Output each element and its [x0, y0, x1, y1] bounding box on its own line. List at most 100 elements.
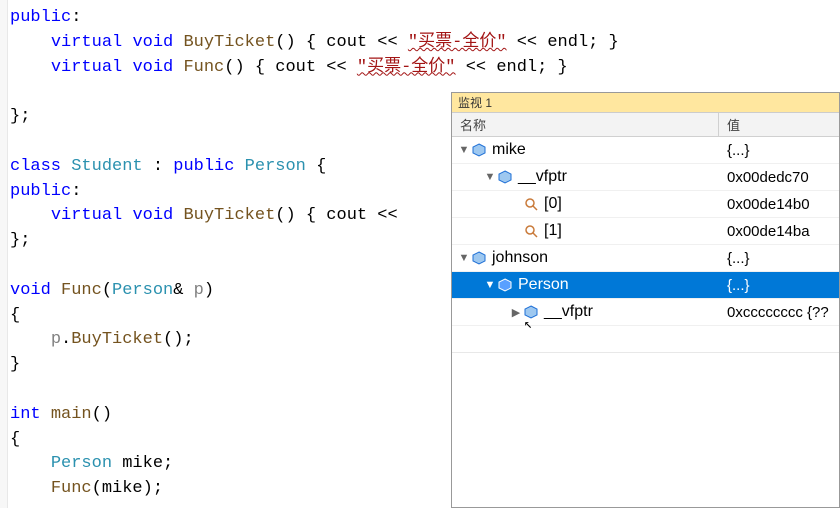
watch-var-name: [0] [544, 195, 562, 213]
watch-row[interactable]: [1] 0x00de14ba [452, 218, 839, 245]
watch-name-cell: mike [452, 141, 719, 159]
keyword-virtual: virtual [51, 58, 122, 77]
keyword-void: void [132, 206, 173, 225]
watch-var-name: __vfptr [518, 168, 567, 186]
ident-mike: mike [122, 454, 163, 473]
code-text: ; } [537, 58, 568, 77]
watch-header: 名称 值 [452, 113, 839, 137]
func-name: Func [61, 281, 102, 300]
keyword-class: class [10, 157, 61, 176]
watch-name-cell: Person [452, 276, 719, 294]
watch-row[interactable]: mike {...} [452, 137, 839, 164]
code-text: : [143, 157, 174, 176]
watch-row[interactable]: __vfptr 0x00dedc70 [452, 164, 839, 191]
code-text: }; [10, 231, 30, 250]
watch-var-value: {...} [719, 142, 839, 159]
watch-var-name: Person [518, 276, 569, 294]
watch-row[interactable]: __vfptr 0xcccccccc {?? [452, 299, 839, 326]
watch-var-name: johnson [492, 249, 548, 267]
type-name: Person [112, 281, 173, 300]
code-text: ); [143, 479, 163, 498]
watch-empty-row[interactable] [452, 326, 839, 353]
ident-mike: mike [102, 479, 143, 498]
func-name: BuyTicket [183, 206, 275, 225]
watch-body: mike {...} __vfptr 0x00dedc70 [0] 0x00de14b0… [452, 137, 839, 326]
ident-cout: cout [326, 33, 367, 52]
func-name: Func [51, 479, 92, 498]
ident-cout: cout [275, 58, 316, 77]
variable-icon [472, 251, 486, 265]
ident-endl: endl [496, 58, 537, 77]
func-name: BuyTicket [71, 330, 163, 349]
watch-var-value: 0x00de14ba [719, 223, 839, 240]
watch-name-cell: __vfptr [452, 168, 719, 186]
code-text: << [367, 33, 408, 52]
watch-var-value: 0x00dedc70 [719, 169, 839, 186]
code-text: () { [275, 33, 326, 52]
code-text: << [367, 206, 398, 225]
watch-var-name: __vfptr [544, 303, 593, 321]
keyword-void: void [132, 33, 173, 52]
string-literal: "买票-全价" [408, 33, 507, 52]
watch-name-cell: [0] [452, 195, 719, 213]
variable-icon [472, 143, 486, 157]
func-name: main [51, 405, 92, 424]
watch-panel-title[interactable]: 监视 1 [452, 93, 839, 113]
keyword-virtual: virtual [51, 206, 122, 225]
watch-var-value: 0x00de14b0 [719, 196, 839, 213]
watch-row[interactable]: johnson {...} [452, 245, 839, 272]
code-text: : [71, 8, 81, 27]
inspect-icon [524, 197, 538, 211]
code-text: : [71, 182, 81, 201]
watch-row[interactable]: [0] 0x00de14b0 [452, 191, 839, 218]
inspect-icon [524, 224, 538, 238]
code-text: << [456, 58, 497, 77]
func-name: BuyTicket [183, 33, 275, 52]
type-name: Student [71, 157, 142, 176]
watch-panel[interactable]: 监视 1 名称 值 mike {...} __vfptr 0x00dedc70 [0]… [451, 92, 840, 508]
expand-icon[interactable] [510, 306, 522, 319]
variable-icon [498, 278, 512, 292]
ident-cout: cout [326, 206, 367, 225]
watch-name-cell: johnson [452, 249, 719, 267]
watch-var-value: {...} [719, 250, 839, 267]
code-text: << [316, 58, 357, 77]
keyword-public: public [10, 182, 71, 201]
watch-var-name: mike [492, 141, 526, 159]
param-p: p [194, 281, 204, 300]
keyword-void: void [132, 58, 173, 77]
code-text: }; [10, 107, 30, 126]
code-text: << [507, 33, 548, 52]
keyword-int: int [10, 405, 41, 424]
keyword-void: void [10, 281, 51, 300]
code-text: ; } [588, 33, 619, 52]
editor-margin [0, 0, 8, 508]
code-text: . [61, 330, 71, 349]
collapse-icon[interactable] [458, 252, 470, 264]
code-text: () [92, 405, 112, 424]
watch-column-value[interactable]: 值 [719, 113, 839, 136]
func-name: Func [183, 58, 224, 77]
type-name: Person [51, 454, 112, 473]
code-text: & [173, 281, 193, 300]
variable-icon [524, 305, 538, 319]
variable-icon [498, 170, 512, 184]
code-text: (); [163, 330, 194, 349]
code-text: { [306, 157, 326, 176]
keyword-virtual: virtual [51, 33, 122, 52]
code-text: () { [224, 58, 275, 77]
ident-endl: endl [547, 33, 588, 52]
watch-var-name: [1] [544, 222, 562, 240]
keyword-public: public [173, 157, 234, 176]
watch-var-value: 0xcccccccc {?? [719, 304, 839, 321]
watch-row[interactable]: Person {...} [452, 272, 839, 299]
code-text: () { [275, 206, 326, 225]
string-literal: "买票-全价" [357, 58, 456, 77]
collapse-icon[interactable] [458, 144, 470, 156]
keyword-public: public [10, 8, 71, 27]
watch-name-cell: __vfptr [452, 303, 719, 321]
watch-column-name[interactable]: 名称 [452, 113, 719, 136]
collapse-icon[interactable] [484, 279, 496, 291]
watch-var-value: {...} [719, 277, 839, 294]
collapse-icon[interactable] [484, 171, 496, 183]
